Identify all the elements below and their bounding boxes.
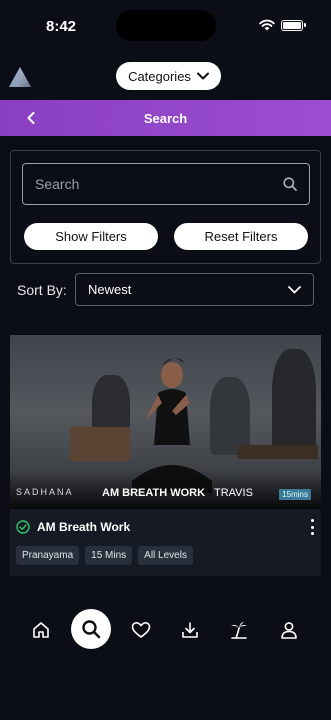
nav-downloads[interactable] xyxy=(170,610,210,650)
card-title: AM Breath Work xyxy=(37,520,131,534)
chevron-down-icon xyxy=(196,72,209,80)
profile-icon xyxy=(281,622,297,639)
duration-badge: 15mins xyxy=(279,489,311,500)
nav-favorites[interactable] xyxy=(121,610,161,650)
search-header: Search xyxy=(0,100,331,136)
categories-dropdown[interactable]: Categories xyxy=(116,62,221,90)
tag-list: Pranayama 15 Mins All Levels xyxy=(16,546,193,565)
chevron-down-icon xyxy=(288,285,301,293)
home-icon xyxy=(33,622,49,638)
chevron-left-icon xyxy=(27,112,35,124)
card-title-row: AM Breath Work xyxy=(16,517,315,537)
palm-tree-icon xyxy=(231,622,247,639)
sort-selected-value: Newest xyxy=(88,282,132,297)
nav-retreats[interactable] xyxy=(219,610,259,650)
thumbnail-title: AM BREATH WORK xyxy=(102,487,206,499)
more-options-icon[interactable] xyxy=(309,519,315,535)
nav-profile[interactable] xyxy=(269,610,309,650)
thumbnail-overlay: SADHANA AM BREATH WORK TRAVIS 15mins xyxy=(10,471,321,509)
class-card[interactable]: SADHANA AM BREATH WORK TRAVIS 15mins AM … xyxy=(10,335,321,576)
search-panel: Show Filters Reset Filters xyxy=(10,150,321,264)
nav-home[interactable] xyxy=(21,610,61,650)
search-box[interactable] xyxy=(22,163,310,205)
wifi-icon xyxy=(259,19,275,31)
download-icon xyxy=(182,622,198,638)
bottom-nav xyxy=(0,609,331,652)
sort-select[interactable]: Newest xyxy=(75,273,314,306)
heart-icon xyxy=(131,622,151,638)
search-icon xyxy=(82,620,101,639)
tag-style: Pranayama xyxy=(16,546,80,565)
dynamic-island xyxy=(116,10,216,41)
show-filters-button[interactable]: Show Filters xyxy=(24,223,158,250)
reset-filters-button[interactable]: Reset Filters xyxy=(174,223,308,250)
instructor-name: TRAVIS xyxy=(214,487,253,499)
sort-row: Sort By: Newest xyxy=(0,273,331,307)
search-icon[interactable] xyxy=(283,177,297,191)
categories-label: Categories xyxy=(128,68,191,84)
tag-duration: 15 Mins xyxy=(85,546,133,565)
brand-logo-text: SADHANA xyxy=(16,487,74,497)
sort-label: Sort By: xyxy=(17,282,67,298)
tag-level: All Levels xyxy=(138,546,193,565)
back-button[interactable] xyxy=(22,109,40,127)
status-time: 8:42 xyxy=(46,18,77,35)
search-input[interactable] xyxy=(35,176,283,192)
class-thumbnail[interactable]: SADHANA AM BREATH WORK TRAVIS 15mins xyxy=(10,335,321,509)
status-bar: 8:42 xyxy=(0,0,331,52)
app-logo[interactable] xyxy=(8,66,32,88)
check-circle-icon xyxy=(16,520,30,534)
battery-icon xyxy=(281,19,306,31)
status-icons xyxy=(259,19,306,31)
page-title: Search xyxy=(143,110,188,126)
nav-search[interactable] xyxy=(71,609,111,649)
